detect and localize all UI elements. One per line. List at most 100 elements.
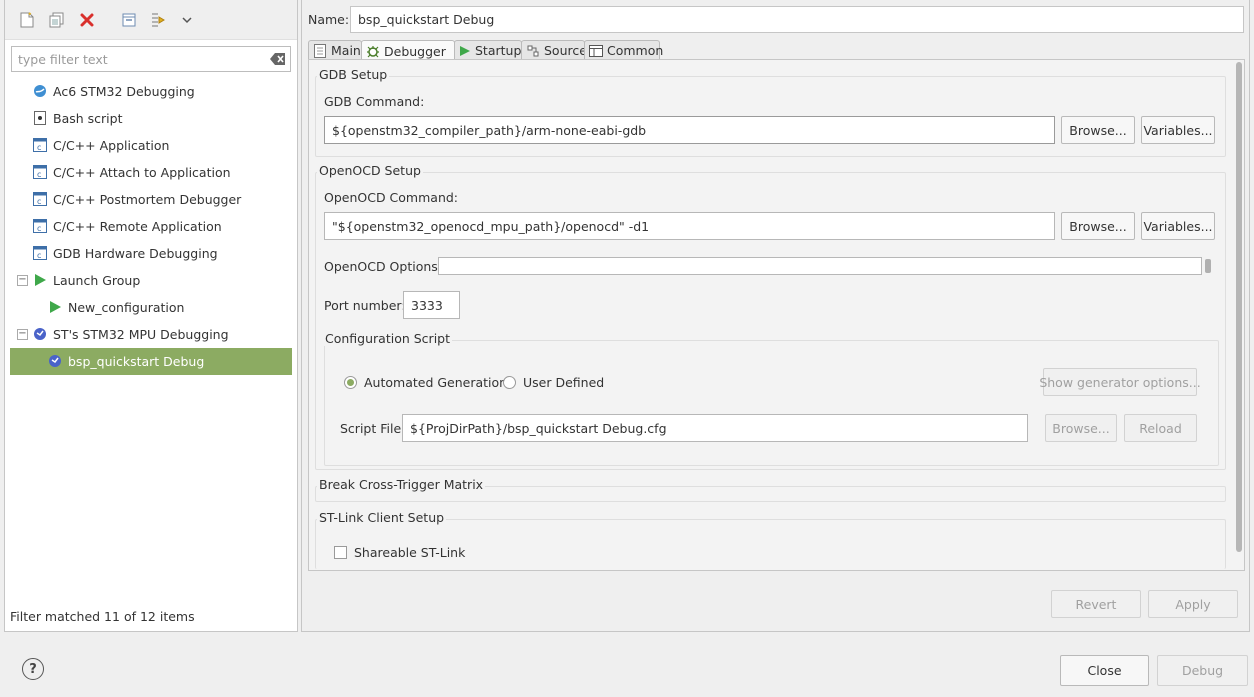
svg-text:c: c — [37, 143, 41, 152]
user-defined-radio[interactable] — [503, 376, 516, 389]
user-defined-label: User Defined — [523, 375, 605, 390]
name-label: Name: — [308, 12, 350, 27]
tree-item-label: C/C++ Postmortem Debugger — [53, 192, 242, 207]
tree-item-label: Launch Group — [53, 273, 141, 288]
port-number-input[interactable]: 3333 — [403, 291, 460, 319]
gdb-command-input[interactable]: ${openstm32_compiler_path}/arm-none-eabi… — [324, 116, 1055, 144]
c-app-icon: c — [33, 165, 47, 179]
stm32-debug-icon — [33, 84, 47, 98]
tab-source[interactable]: Source — [521, 40, 587, 60]
tree-toolbar — [5, 0, 297, 40]
tree-item[interactable]: Ac6 STM32 Debugging — [10, 78, 292, 105]
tab-startup[interactable]: Startup — [454, 40, 522, 60]
tree-item[interactable]: c C/C++ Application — [10, 132, 292, 159]
tab-label: Common — [607, 43, 664, 58]
tab-debugger[interactable]: Debugger — [361, 40, 455, 61]
tree-item-label: Bash script — [53, 111, 123, 126]
shareable-stlink-label: Shareable ST-Link — [354, 545, 466, 560]
tree-item-label: C/C++ Remote Application — [53, 219, 222, 234]
tree-item[interactable]: Bash script — [10, 105, 292, 132]
c-app-icon: c — [33, 138, 47, 152]
openocd-variables-button[interactable]: Variables... — [1141, 212, 1215, 240]
config-script-title: Configuration Script — [323, 331, 452, 346]
tree-item[interactable]: New_configuration — [10, 294, 292, 321]
config-script-group — [324, 340, 1219, 466]
tab-label: Debugger — [384, 43, 446, 59]
tree-expander[interactable]: − — [17, 275, 28, 286]
tree-item[interactable]: bsp_quickstart Debug — [10, 348, 292, 375]
tree-item[interactable]: c GDB Hardware Debugging — [10, 240, 292, 267]
chevron-down-icon[interactable] — [177, 10, 197, 30]
launch-group-icon — [33, 273, 47, 287]
main-tab-icon — [313, 43, 327, 58]
tree-item[interactable]: − Launch Group — [10, 267, 292, 294]
common-tab-icon — [589, 44, 603, 58]
bash-script-icon — [33, 111, 47, 125]
gdb-browse-button[interactable]: Browse... — [1061, 116, 1135, 144]
clear-filter-icon[interactable] — [270, 52, 286, 66]
delete-config-icon[interactable] — [77, 10, 97, 30]
content-scrollbar[interactable] — [1236, 62, 1243, 552]
port-number-label: Port number: — [324, 298, 406, 313]
svg-text:c: c — [37, 197, 41, 206]
tree-item[interactable]: c C/C++ Remote Application — [10, 213, 292, 240]
tab-common[interactable]: Common — [584, 40, 664, 60]
tab-label: Main — [331, 43, 361, 58]
duplicate-config-icon[interactable] — [47, 10, 67, 30]
content-scroll-thumb[interactable] — [1236, 62, 1242, 552]
tree-item-label: GDB Hardware Debugging — [53, 246, 218, 261]
automated-generation-radio[interactable] — [344, 376, 357, 389]
close-button[interactable]: Close — [1060, 655, 1149, 686]
tab-main[interactable]: Main — [308, 40, 362, 60]
debugger-tab-icon — [366, 44, 380, 58]
gdb-command-label: GDB Command: — [324, 94, 425, 109]
tab-label: Source — [544, 43, 587, 58]
new-config-icon[interactable] — [17, 10, 37, 30]
gdb-setup-title: GDB Setup — [317, 67, 390, 82]
show-generator-options-button[interactable]: Show generator options... — [1039, 368, 1201, 396]
stm32-mpu-icon — [48, 354, 62, 368]
c-app-icon: c — [33, 219, 47, 233]
gdb-variables-button[interactable]: Variables... — [1141, 116, 1215, 144]
filter-input[interactable] — [18, 51, 258, 67]
openocd-command-input[interactable]: "${openstm32_openocd_mpu_path}/openocd" … — [324, 212, 1055, 240]
tree-expander[interactable]: − — [17, 329, 28, 340]
c-app-icon: c — [33, 246, 47, 260]
name-input[interactable]: bsp_quickstart Debug — [350, 6, 1244, 33]
tree-item[interactable]: − ST's STM32 MPU Debugging — [10, 321, 292, 348]
revert-button[interactable]: Revert — [1051, 590, 1141, 618]
stm32-mpu-icon — [33, 327, 47, 341]
openocd-options-input[interactable] — [438, 257, 1202, 275]
tree-item[interactable]: c C/C++ Postmortem Debugger — [10, 186, 292, 213]
reload-button[interactable]: Reload — [1124, 414, 1197, 442]
tree-item-label: C/C++ Attach to Application — [53, 165, 231, 180]
collapse-all-icon[interactable] — [119, 10, 139, 30]
openocd-command-label: OpenOCD Command: — [324, 190, 459, 205]
tab-label: Startup — [475, 43, 522, 58]
tree-item-label: Ac6 STM32 Debugging — [53, 84, 195, 99]
automated-generation-label: Automated Generation — [364, 375, 508, 390]
filter-config-icon[interactable] — [149, 10, 169, 30]
break-matrix-title: Break Cross-Trigger Matrix — [317, 477, 486, 492]
debug-button[interactable]: Debug — [1157, 655, 1248, 686]
script-file-label: Script File: — [340, 421, 406, 436]
source-tab-icon — [526, 44, 540, 58]
svg-text:c: c — [37, 224, 41, 233]
script-browse-button[interactable]: Browse... — [1045, 414, 1117, 442]
apply-button[interactable]: Apply — [1148, 590, 1238, 618]
filter-status: Filter matched 11 of 12 items — [10, 609, 195, 624]
svg-text:c: c — [37, 170, 41, 179]
shareable-stlink-checkbox[interactable] — [334, 546, 347, 559]
svg-text:c: c — [37, 251, 41, 260]
c-app-icon: c — [33, 192, 47, 206]
script-file-input[interactable]: ${ProjDirPath}/bsp_quickstart Debug.cfg — [402, 414, 1028, 442]
openocd-setup-title: OpenOCD Setup — [317, 163, 423, 178]
stlink-group — [315, 519, 1226, 569]
tree-item-label: bsp_quickstart Debug — [68, 354, 205, 369]
tree-item[interactable]: c C/C++ Attach to Application — [10, 159, 292, 186]
options-scrollbar[interactable] — [1205, 259, 1211, 273]
stlink-title: ST-Link Client Setup — [317, 510, 447, 525]
help-icon[interactable]: ? — [22, 658, 44, 680]
openocd-browse-button[interactable]: Browse... — [1061, 212, 1135, 240]
filter-field — [11, 46, 291, 72]
